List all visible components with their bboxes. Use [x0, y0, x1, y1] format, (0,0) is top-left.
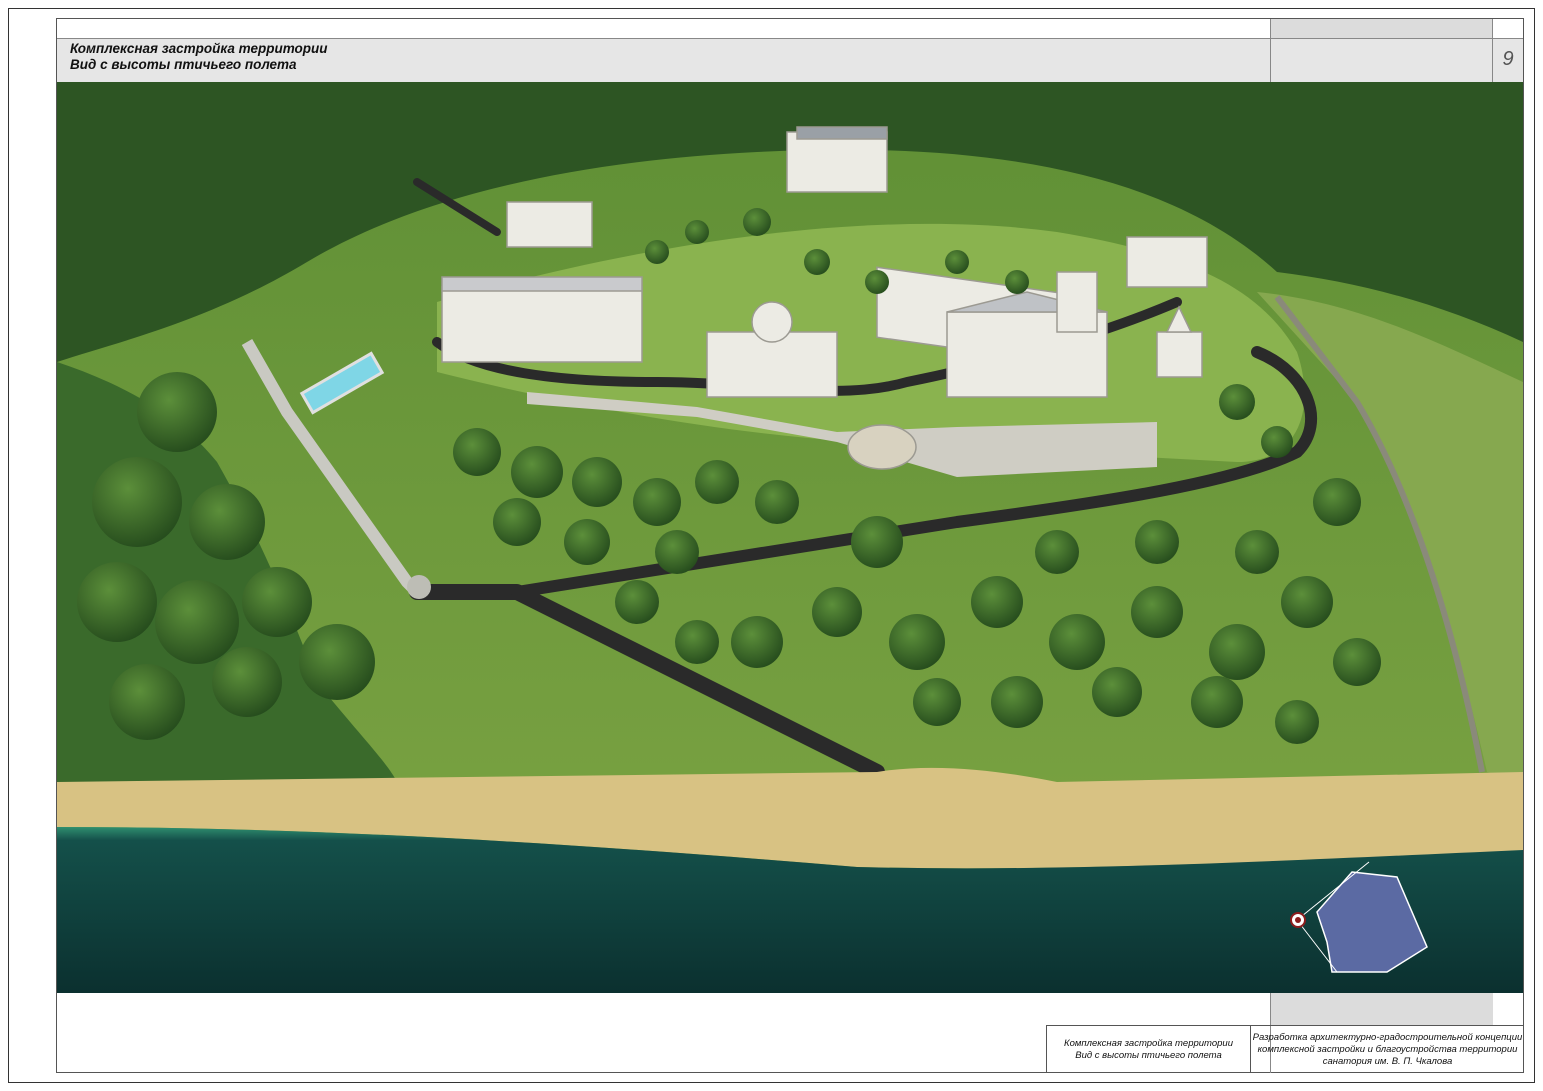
sheet-title-line-2: Вид с высоты птичьего полета — [70, 57, 297, 72]
sheet-title: Комплексная застройка территории Вид с в… — [70, 41, 328, 73]
stamp-right-line-3: санатория им. В. П. Чкалова — [1322, 1055, 1453, 1067]
page-number: 9 — [1502, 48, 1514, 70]
stamp-right-line-1: Разработка архитектурно-градостроительно… — [1252, 1031, 1523, 1043]
title-block-column-bottom — [1270, 993, 1493, 1025]
stamp-sheet-title: Комплексная застройка территории Вид с в… — [1046, 1025, 1250, 1073]
stamp-right-line-2: комплексной застройки и благоустройства … — [1257, 1043, 1518, 1055]
stamp-project-title: Разработка архитектурно-градостроительно… — [1250, 1025, 1524, 1073]
stamp-left-line-2: Вид с высоты птичьего полета — [1075, 1049, 1222, 1061]
sheet-title-line-1: Комплексная застройка территории — [70, 41, 328, 56]
aerial-render — [57, 82, 1523, 993]
title-block-column-top — [1270, 19, 1493, 38]
stamp-left-line-1: Комплексная застройка территории — [1063, 1037, 1233, 1049]
aerial-render-illustration — [57, 82, 1523, 993]
